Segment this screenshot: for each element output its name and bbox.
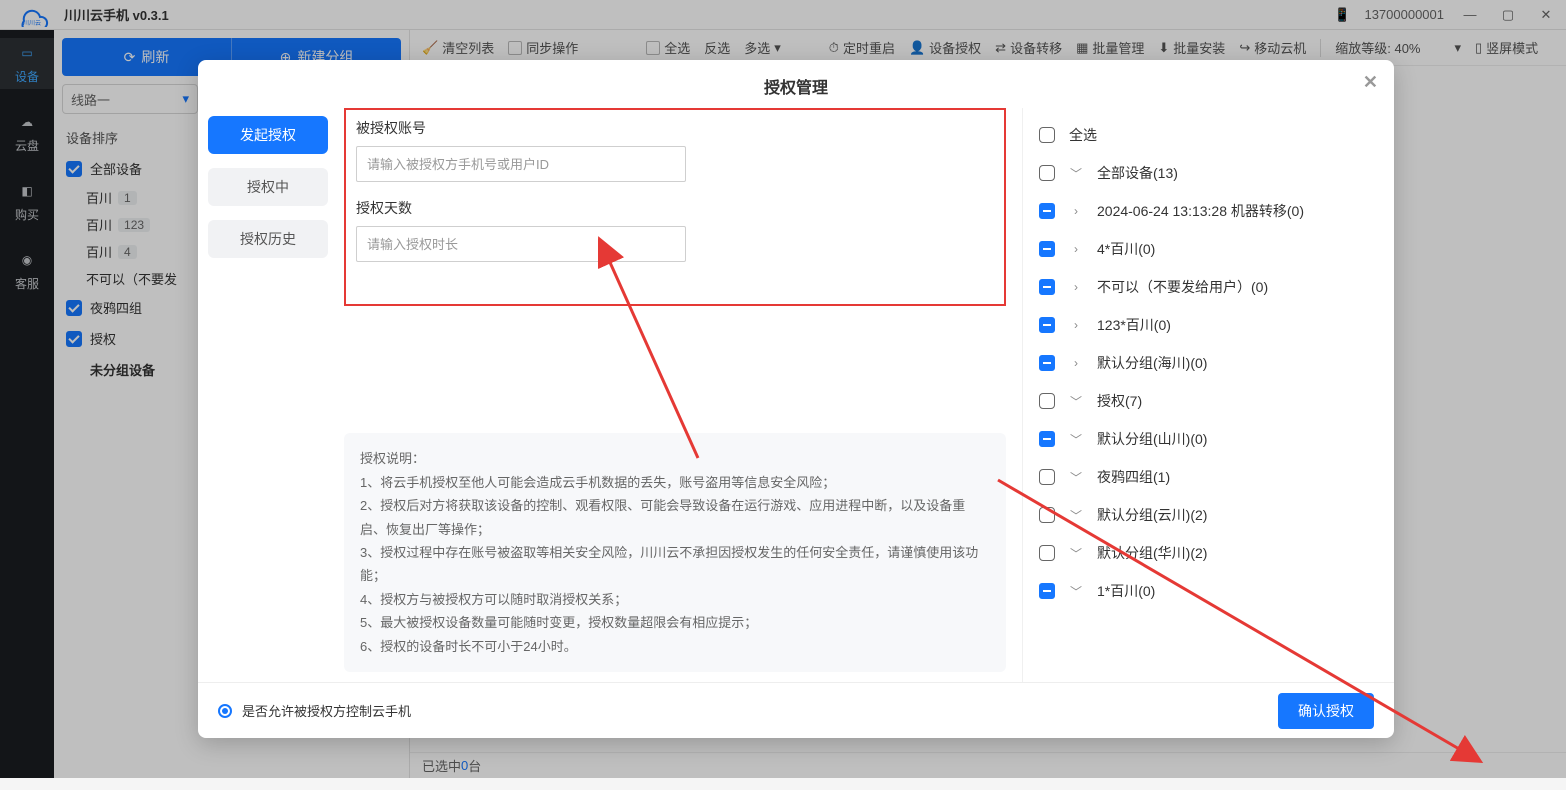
checkbox[interactable] — [1039, 469, 1055, 485]
info-line: 1、将云手机授权至他人可能会造成云手机数据的丢失，账号盗用等信息安全风险； — [360, 471, 990, 494]
device-group-row[interactable]: ﹀ 默认分组(山川)(0) — [1035, 420, 1382, 458]
checkbox[interactable] — [1039, 203, 1055, 219]
device-group-label: 1*百川(0) — [1097, 581, 1155, 601]
chevron-down-icon: ﹀ — [1069, 545, 1083, 562]
modal-title-bar: 授权管理 ✕ — [198, 60, 1394, 108]
modal-title: 授权管理 — [764, 80, 828, 97]
device-group-row[interactable]: › 2024-06-24 13:13:28 机器转移(0) — [1035, 192, 1382, 230]
allow-control-radio[interactable] — [218, 704, 232, 718]
chevron-down-icon: ﹀ — [1069, 393, 1083, 410]
checkbox[interactable] — [1039, 241, 1055, 257]
chevron-down-icon: ﹀ — [1069, 583, 1083, 600]
account-input[interactable] — [356, 146, 686, 182]
checkbox[interactable] — [1039, 127, 1055, 143]
chevron-right-icon: › — [1069, 242, 1083, 256]
modal-form-area: 被授权账号 授权天数 授权说明： 1、将云手机授权至他人可能会造成云手机数据的丢… — [338, 108, 1022, 682]
device-group-label: 授权(7) — [1097, 391, 1142, 411]
device-group-row[interactable]: › 默认分组(海川)(0) — [1035, 344, 1382, 382]
tab-history[interactable]: 授权历史 — [208, 220, 328, 258]
auth-modal: 授权管理 ✕ 发起授权 授权中 授权历史 被授权账号 授权天数 授权说明： 1、… — [198, 60, 1394, 738]
device-group-label: 默认分组(山川)(0) — [1097, 429, 1207, 449]
info-line: 4、授权方与被授权方可以随时取消授权关系； — [360, 588, 990, 611]
info-line: 6、授权的设备时长不可小于24小时。 — [360, 635, 990, 658]
device-group-label: 默认分组(华川)(2) — [1097, 543, 1207, 563]
device-group-row[interactable]: › 4*百川(0) — [1035, 230, 1382, 268]
device-group-label: 不可以（不要发给用户）(0) — [1097, 277, 1268, 297]
device-group-row[interactable]: › 123*百川(0) — [1035, 306, 1382, 344]
modal-tabs: 发起授权 授权中 授权历史 — [198, 108, 338, 682]
chevron-down-icon: ﹀ — [1069, 165, 1083, 182]
chevron-right-icon: › — [1069, 318, 1083, 332]
checkbox[interactable] — [1039, 355, 1055, 371]
checkbox[interactable] — [1039, 431, 1055, 447]
device-group-row[interactable]: ﹀ 授权(7) — [1035, 382, 1382, 420]
select-all-row[interactable]: 全选 — [1035, 116, 1382, 154]
checkbox[interactable] — [1039, 545, 1055, 561]
days-input[interactable] — [356, 226, 686, 262]
info-line: 2、授权后对方将获取该设备的控制、观看权限、可能会导致设备在运行游戏、应用进程中… — [360, 494, 990, 541]
modal-footer: 是否允许被授权方控制云手机 确认授权 — [198, 682, 1394, 738]
chevron-down-icon: ﹀ — [1069, 469, 1083, 486]
chevron-right-icon: › — [1069, 204, 1083, 218]
info-title: 授权说明： — [360, 447, 990, 470]
checkbox[interactable] — [1039, 279, 1055, 295]
select-all-label: 全选 — [1069, 125, 1097, 145]
info-line: 5、最大被授权设备数量可能随时变更，授权数量超限会有相应提示； — [360, 611, 990, 634]
device-group-row[interactable]: ﹀ 夜鸦四组(1) — [1035, 458, 1382, 496]
device-list-panel: 全选 ﹀ 全部设备(13) › 2024-06-24 13:13:28 机器转移(0)… — [1022, 108, 1394, 682]
device-group-label: 4*百川(0) — [1097, 239, 1155, 259]
chevron-right-icon: › — [1069, 280, 1083, 294]
checkbox[interactable] — [1039, 393, 1055, 409]
tab-in-progress[interactable]: 授权中 — [208, 168, 328, 206]
days-label: 授权天数 — [356, 198, 994, 218]
device-group-label: 123*百川(0) — [1097, 315, 1171, 335]
checkbox[interactable] — [1039, 165, 1055, 181]
highlight-box: 被授权账号 授权天数 — [344, 108, 1006, 306]
checkbox[interactable] — [1039, 317, 1055, 333]
device-group-label: 夜鸦四组(1) — [1097, 467, 1170, 487]
info-line: 3、授权过程中存在账号被盗取等相关安全风险，川川云不承担因授权发生的任何安全责任… — [360, 541, 990, 588]
modal-close-button[interactable]: ✕ — [1363, 72, 1378, 93]
checkbox[interactable] — [1039, 583, 1055, 599]
device-group-label: 默认分组(云川)(2) — [1097, 505, 1207, 525]
chevron-right-icon: › — [1069, 356, 1083, 370]
checkbox[interactable] — [1039, 507, 1055, 523]
tab-start-auth[interactable]: 发起授权 — [208, 116, 328, 154]
chevron-down-icon: ﹀ — [1069, 507, 1083, 524]
device-group-row[interactable]: ﹀ 默认分组(云川)(2) — [1035, 496, 1382, 534]
device-group-label: 默认分组(海川)(0) — [1097, 353, 1207, 373]
device-group-label: 全部设备(13) — [1097, 163, 1178, 183]
info-box: 授权说明： 1、将云手机授权至他人可能会造成云手机数据的丢失，账号盗用等信息安全… — [344, 433, 1006, 672]
chevron-down-icon: ﹀ — [1069, 431, 1083, 448]
device-group-row[interactable]: › 不可以（不要发给用户）(0) — [1035, 268, 1382, 306]
confirm-auth-button[interactable]: 确认授权 — [1278, 693, 1374, 729]
account-label: 被授权账号 — [356, 118, 994, 138]
device-group-label: 2024-06-24 13:13:28 机器转移(0) — [1097, 201, 1304, 221]
device-group-row[interactable]: ﹀ 1*百川(0) — [1035, 572, 1382, 610]
allow-control-label: 是否允许被授权方控制云手机 — [242, 701, 411, 720]
device-group-row[interactable]: ﹀ 默认分组(华川)(2) — [1035, 534, 1382, 572]
device-group-row[interactable]: ﹀ 全部设备(13) — [1035, 154, 1382, 192]
